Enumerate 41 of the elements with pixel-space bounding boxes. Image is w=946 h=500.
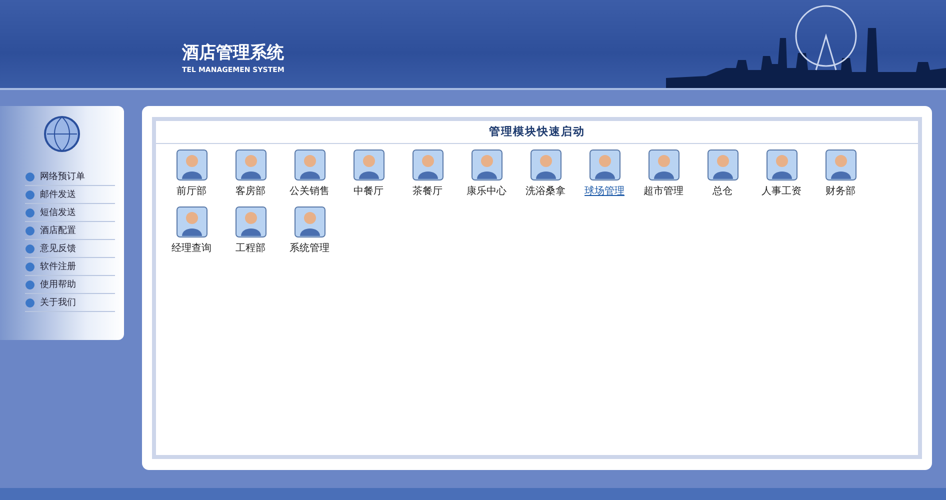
module-shortcut[interactable]: 康乐中心 xyxy=(457,149,516,198)
sidebar-menu-item[interactable]: 网络预订单 xyxy=(25,168,115,186)
module-shortcut[interactable]: 超市管理 xyxy=(634,149,693,198)
module-icon xyxy=(176,206,208,238)
module-icon xyxy=(766,149,798,181)
module-shortcut[interactable]: 茶餐厅 xyxy=(398,149,457,198)
sidebar-menu-item[interactable]: 酒店配置 xyxy=(25,222,115,240)
module-icon xyxy=(176,149,208,181)
module-icon xyxy=(470,149,502,181)
globe-icon xyxy=(42,114,82,154)
module-shortcut[interactable]: 工程部 xyxy=(221,206,280,255)
module-shortcut[interactable]: 球场管理 xyxy=(575,149,634,198)
module-icon xyxy=(234,206,266,238)
module-icon xyxy=(530,149,562,181)
module-icon xyxy=(352,149,384,181)
module-shortcut[interactable]: 人事工资 xyxy=(752,149,811,198)
module-shortcut[interactable]: 系统管理 xyxy=(280,206,339,255)
module-shortcut[interactable]: 总仓 xyxy=(693,149,752,198)
module-icon xyxy=(294,149,326,181)
module-shortcut[interactable]: 前厅部 xyxy=(162,149,221,198)
module-icon xyxy=(234,149,266,181)
module-shortcut[interactable]: 经理查询 xyxy=(162,206,221,255)
module-shortcut[interactable]: 财务部 xyxy=(811,149,870,198)
module-icon xyxy=(588,149,620,181)
module-shortcut[interactable]: 客房部 xyxy=(221,149,280,198)
module-icon xyxy=(412,149,444,181)
module-icon xyxy=(706,149,738,181)
module-shortcut[interactable]: 中餐厅 xyxy=(339,149,398,198)
module-icon xyxy=(648,149,680,181)
sidebar-menu-item[interactable]: 软件注册 xyxy=(25,258,115,276)
module-icon xyxy=(824,149,856,181)
app-title: 酒店管理系统 xyxy=(182,42,284,64)
module-shortcut[interactable]: 公关销售 xyxy=(280,149,339,198)
sidebar-menu-item[interactable]: 邮件发送 xyxy=(25,186,115,204)
module-shortcut[interactable]: 洗浴桑拿 xyxy=(516,149,575,198)
sidebar-menu-item[interactable]: 关于我们 xyxy=(25,294,115,312)
module-icon xyxy=(294,206,326,238)
sidebar-menu-item[interactable]: 使用帮助 xyxy=(25,276,115,294)
sidebar-menu-item[interactable]: 短信发送 xyxy=(25,204,115,222)
sidebar-menu-item[interactable]: 意见反馈 xyxy=(25,240,115,258)
panel-title: 管理模块快速启动 xyxy=(156,121,918,144)
